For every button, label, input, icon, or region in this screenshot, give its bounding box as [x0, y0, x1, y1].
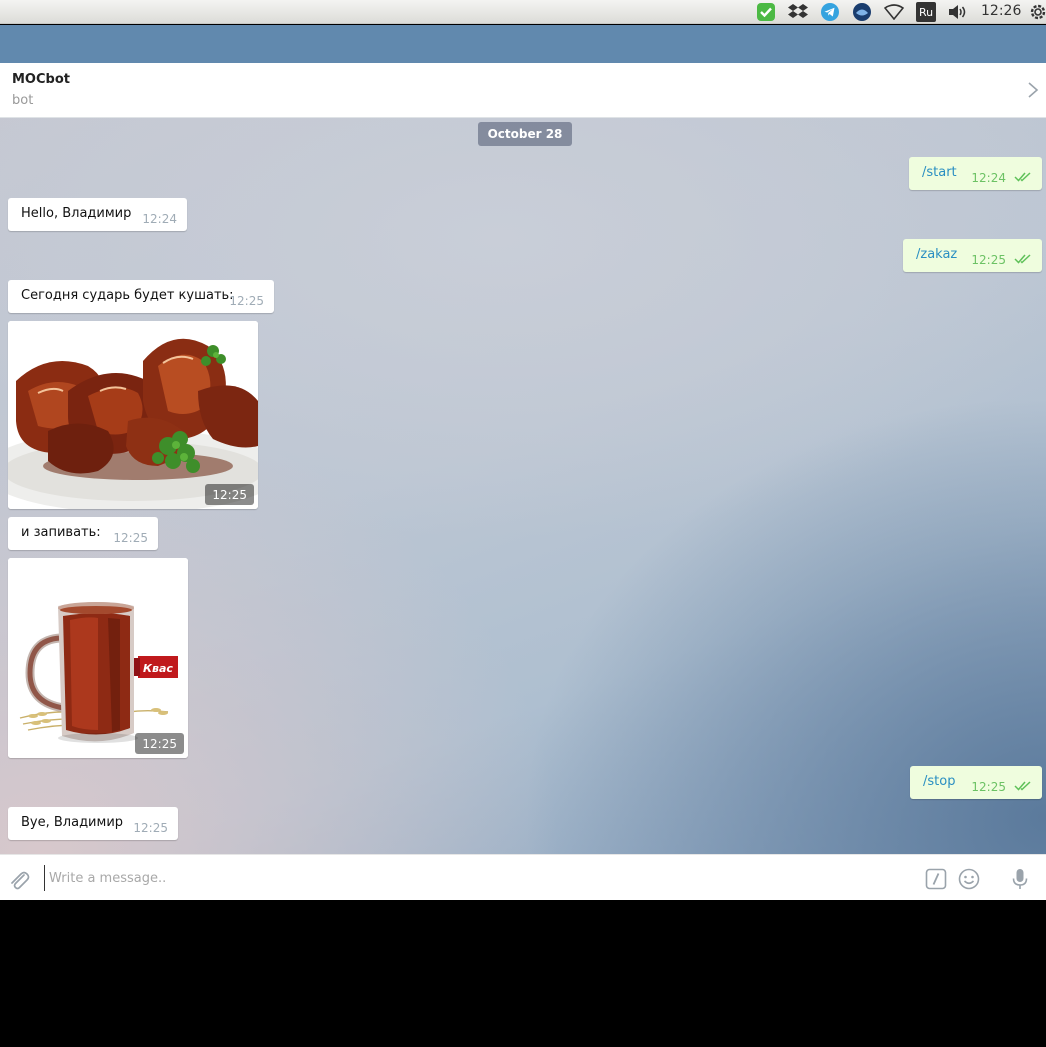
message-input[interactable]	[44, 865, 904, 891]
power-gear-icon[interactable]	[1028, 2, 1046, 22]
message-text[interactable]: Hello, Владимир	[21, 206, 131, 221]
photo-message-kvass[interactable]: Квас 12:25	[8, 558, 188, 758]
message-text[interactable]: и запивать:	[21, 525, 101, 540]
message-time: 12:25	[133, 821, 168, 835]
keyboard-layout-label: Ru	[918, 5, 934, 19]
photo-time-label: 12:25	[142, 736, 177, 751]
message-time: 12:25	[971, 780, 1006, 794]
photo-message-chicken-wings[interactable]: 12:25	[8, 321, 258, 509]
kvass-mug-image[interactable]: Квас	[8, 558, 188, 758]
system-top-bar: Ru 12:26	[0, 0, 1046, 24]
message-time: 12:25	[229, 294, 264, 308]
telegram-icon[interactable]	[820, 2, 840, 22]
message-bubble-incoming[interactable]: Hello, Владимир 12:24	[8, 198, 187, 231]
dropbox-icon[interactable]	[788, 2, 808, 22]
attach-icon[interactable]	[8, 867, 30, 891]
message-text[interactable]: /stop	[923, 774, 955, 789]
message-bubble-incoming[interactable]: Сегодня сударь будет кушать: 12:25	[8, 280, 274, 313]
peer-name[interactable]: MOCbot	[12, 72, 70, 87]
bot-commands-icon[interactable]	[924, 867, 948, 891]
message-bubble-outgoing[interactable]: /zakaz 12:25	[903, 239, 1042, 272]
date-separator: October 28	[478, 122, 572, 146]
peer-status: bot	[12, 93, 34, 108]
message-time: 12:25	[113, 531, 148, 545]
message-time: 12:25	[971, 253, 1006, 267]
microphone-icon[interactable]	[1008, 867, 1032, 891]
message-text[interactable]: /zakaz	[916, 247, 957, 262]
double-check-icon	[1014, 254, 1031, 264]
message-bubble-incoming[interactable]: и запивать: 12:25	[8, 517, 158, 550]
message-bubble-outgoing[interactable]: /stop 12:25	[910, 766, 1042, 799]
chat-header[interactable]: MOCbot bot	[0, 63, 1046, 118]
message-text[interactable]: /start	[922, 165, 957, 180]
double-check-icon	[1014, 781, 1031, 791]
kvass-label: Квас	[143, 662, 173, 675]
empty-screen-area	[0, 900, 1046, 1047]
keyboard-layout-indicator[interactable]: Ru	[916, 2, 936, 22]
message-text[interactable]: Bye, Владимир	[21, 815, 123, 830]
message-text[interactable]: Сегодня сударь будет кушать:	[21, 288, 234, 303]
message-time: 12:24	[142, 212, 177, 226]
message-time: 12:24	[971, 171, 1006, 185]
message-bubble-incoming[interactable]: Bye, Владимир 12:25	[8, 807, 178, 840]
emoji-icon[interactable]	[957, 867, 981, 891]
wifi-icon[interactable]	[884, 2, 904, 22]
photo-time: 12:25	[205, 484, 254, 505]
message-history[interactable]: October 28 /start 12:24 Hello, Владимир …	[0, 118, 1046, 854]
check-shield-icon[interactable]	[756, 2, 776, 22]
skype-icon[interactable]	[852, 2, 872, 22]
photo-time: 12:25	[135, 733, 184, 754]
system-clock[interactable]: 12:26	[981, 3, 1021, 19]
chevron-right-icon[interactable]	[1026, 81, 1040, 99]
double-check-icon	[1014, 172, 1031, 182]
chicken-wings-image[interactable]	[8, 321, 258, 509]
message-bubble-outgoing[interactable]: /start 12:24	[909, 157, 1042, 190]
photo-time-label: 12:25	[212, 487, 247, 502]
window-title-strip	[0, 25, 1046, 63]
message-composer	[0, 854, 1046, 900]
volume-icon[interactable]	[948, 2, 968, 22]
